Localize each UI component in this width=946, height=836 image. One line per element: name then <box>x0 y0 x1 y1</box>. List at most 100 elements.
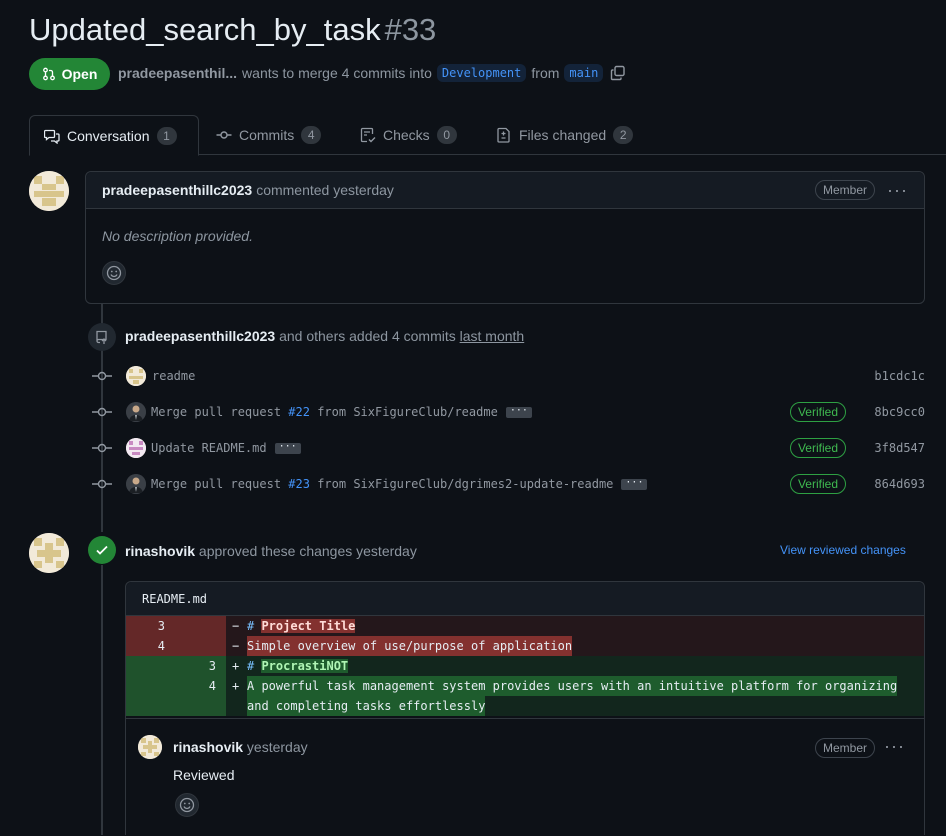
pr-link[interactable]: #23 <box>288 477 310 491</box>
tab-commits[interactable]: Commits 4 <box>202 115 335 155</box>
review-comment: rinashovik yesterday Member ··· Reviewed <box>126 718 924 836</box>
tab-conversation-label: Conversation <box>67 127 150 144</box>
add-reaction-button[interactable] <box>175 793 199 817</box>
commits-event-time[interactable]: last month <box>460 328 525 344</box>
review-event-text: rinashovik approved these changes yester… <box>125 543 417 559</box>
diff-content: Project Title <box>261 619 356 633</box>
commit-sha[interactable]: 864d693 <box>874 477 925 491</box>
commit-message[interactable]: readme <box>152 369 195 383</box>
commit-row: Update README.md ··· Verified 3f8d547 <box>92 436 925 460</box>
commit-author-avatar[interactable] <box>126 366 146 386</box>
base-branch[interactable]: Development <box>436 64 527 82</box>
commit-message[interactable]: Update README.md ··· <box>151 441 301 455</box>
review-file-box: README.md 3 − # Project Title 4 − Simple… <box>125 581 925 835</box>
verified-badge[interactable]: Verified <box>789 438 846 458</box>
commit-message[interactable]: Merge pull request #23 from SixFigureClu… <box>151 477 648 491</box>
file-diff-icon <box>497 127 510 143</box>
identicon-avatar <box>29 533 69 573</box>
diff-line-added: 4 + A powerful task management system pr… <box>126 676 924 716</box>
head-branch[interactable]: main <box>564 64 604 82</box>
commit-sha[interactable]: b1cdc1c <box>874 369 925 383</box>
comment-header: pradeepasenthillc2023 commented yesterda… <box>86 172 924 209</box>
comment-body-text: No description provided. <box>102 228 253 244</box>
approved-check-badge <box>88 536 116 564</box>
pr-merge-text: wants to merge 4 commits into <box>242 65 432 81</box>
new-line-number[interactable]: 4 <box>186 676 216 696</box>
commits-event-text: pradeepasenthillc2023 and others added 4… <box>125 328 524 344</box>
old-line-number[interactable]: 4 <box>135 636 165 656</box>
commit-author-avatar[interactable] <box>126 438 146 458</box>
commit-sha[interactable]: 3f8d547 <box>874 441 925 455</box>
avatar[interactable] <box>29 171 69 211</box>
review-comment-body: Reviewed <box>173 767 235 783</box>
verified-badge[interactable]: Verified <box>789 402 846 422</box>
git-commit-icon <box>92 371 112 381</box>
commits-event-author[interactable]: pradeepasenthillc2023 <box>125 328 275 344</box>
file-header: README.md <box>126 582 924 616</box>
git-commit-icon <box>92 407 112 417</box>
comment-action[interactable]: commented yesterday <box>256 182 394 198</box>
view-reviewed-changes-link[interactable]: View reviewed changes <box>780 543 906 557</box>
review-comment-time[interactable]: yesterday <box>247 739 308 755</box>
avatar[interactable] <box>138 735 162 759</box>
repo-push-icon <box>96 330 107 344</box>
verified-badge[interactable]: Verified <box>789 474 846 494</box>
commit-row: Merge pull request #23 from SixFigureClu… <box>92 472 925 496</box>
kebab-icon[interactable]: ··· <box>884 736 905 757</box>
diff-prefix: # <box>247 619 262 633</box>
commit-sha[interactable]: 8bc9cc0 <box>874 405 925 419</box>
expand-commit-button[interactable]: ··· <box>505 406 532 418</box>
commits-event-desc: and others added 4 commits <box>279 328 456 344</box>
pr-author-link[interactable]: pradeepasenthil... <box>118 65 237 81</box>
commit-message[interactable]: Merge pull request #22 from SixFigureClu… <box>151 405 532 419</box>
comment-discussion-icon <box>44 129 60 144</box>
file-name[interactable]: README.md <box>142 592 207 606</box>
review-comment-author[interactable]: rinashovik <box>173 739 243 755</box>
tab-conversation-count: 1 <box>156 126 177 145</box>
diff-content: A powerful task management system provid… <box>247 676 898 696</box>
pr-tabs: Conversation 1 Commits 4 Checks 0 Files … <box>29 115 946 156</box>
copy-icon[interactable] <box>610 65 626 81</box>
pr-title: Updated_search_by_task #33 <box>29 12 436 48</box>
diff-content: ProcrastiNOT <box>261 659 349 673</box>
diff-table: 3 − # Project Title 4 − Simple overview … <box>126 616 924 718</box>
diff-prefix: # <box>247 659 262 673</box>
pr-meta-line: pradeepasenthil... wants to merge 4 comm… <box>118 64 626 82</box>
new-line-number[interactable]: 3 <box>186 656 216 676</box>
tab-checks-count: 0 <box>436 126 457 144</box>
git-commit-icon <box>92 443 112 453</box>
add-reaction-button[interactable] <box>102 261 126 285</box>
member-badge: Member <box>814 738 875 758</box>
review-author[interactable]: rinashovik <box>125 543 195 559</box>
pr-number: #33 <box>384 12 437 47</box>
commit-row: Merge pull request #22 from SixFigureClu… <box>92 400 925 424</box>
from-text: from <box>531 65 560 81</box>
checklist-icon <box>360 127 376 143</box>
tab-files-changed[interactable]: Files changed 2 <box>482 115 647 155</box>
commit-row: readme b1cdc1c <box>92 364 925 388</box>
commit-author-avatar[interactable] <box>126 402 146 422</box>
comment-body: No description provided. <box>86 209 924 285</box>
repo-push-icon-badge <box>88 323 116 351</box>
git-pull-request-icon <box>42 67 55 81</box>
diff-line-deleted: 3 − # Project Title <box>126 616 924 636</box>
pr-link[interactable]: #22 <box>288 405 310 419</box>
pr-state-label: Open <box>61 66 98 82</box>
diff-sign: + <box>232 679 240 693</box>
tab-checks[interactable]: Checks 0 <box>346 115 471 155</box>
avatar[interactable] <box>29 533 69 573</box>
diff-sign: − <box>232 619 240 633</box>
tab-conversation[interactable]: Conversation 1 <box>29 115 199 156</box>
comment-author[interactable]: pradeepasenthillc2023 <box>102 182 252 198</box>
tab-checks-label: Checks <box>383 127 430 143</box>
smiley-icon <box>106 265 122 281</box>
expand-commit-button[interactable]: ··· <box>621 478 648 490</box>
kebab-icon[interactable]: ··· <box>887 180 908 201</box>
commit-author-avatar[interactable] <box>126 474 146 494</box>
diff-line-added: 3 + # ProcrastiNOT <box>126 656 924 676</box>
smiley-icon <box>179 797 195 813</box>
git-commit-icon <box>92 479 112 489</box>
expand-commit-button[interactable]: ··· <box>274 442 301 454</box>
identicon-avatar <box>29 171 69 211</box>
old-line-number[interactable]: 3 <box>135 616 165 636</box>
